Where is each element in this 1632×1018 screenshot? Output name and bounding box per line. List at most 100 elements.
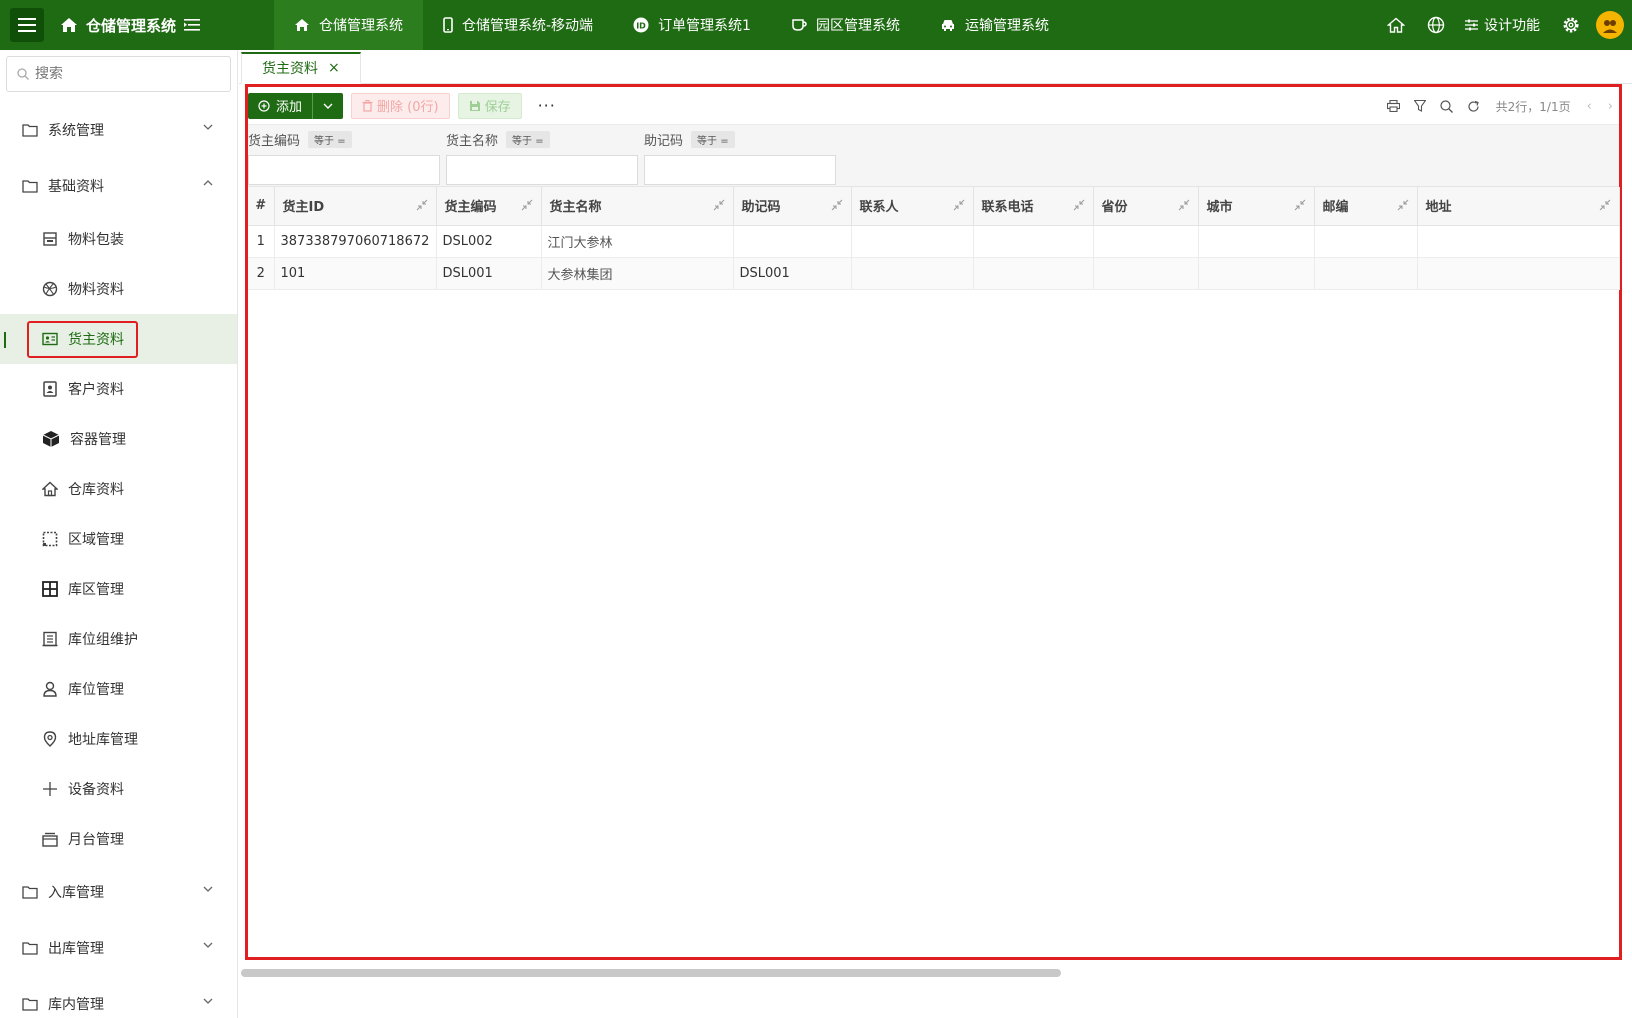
column-header[interactable]: 邮编 (1314, 187, 1418, 226)
column-header[interactable]: 联系人 (851, 187, 974, 226)
chevron-down-icon (203, 998, 213, 1004)
tab-owner-data[interactable]: 货主资料 × (241, 52, 361, 84)
table-cell[interactable]: 江门大参林 (541, 225, 734, 258)
sidebar-search[interactable] (6, 56, 231, 92)
add-dropdown-button[interactable] (313, 93, 343, 119)
globe-icon[interactable] (1427, 16, 1445, 34)
table-cell[interactable] (733, 225, 852, 258)
table-cell[interactable]: DSL001 (733, 257, 852, 290)
sidebar-item-material-data[interactable]: 物料资料 (0, 264, 237, 314)
table-cell[interactable]: DSL002 (436, 225, 542, 258)
table-cell[interactable] (973, 225, 1094, 258)
table-cell[interactable]: 101 (274, 257, 437, 290)
topnav-label: 仓储管理系统-移动端 (462, 18, 594, 34)
collapse-column-icon[interactable] (1073, 199, 1085, 211)
add-button[interactable]: 添加 (248, 92, 314, 119)
table-cell[interactable] (1314, 225, 1418, 258)
sidebar-item-equipment[interactable]: 设备资料 (0, 764, 237, 814)
home-icon[interactable] (1387, 17, 1405, 33)
sidebar-group-system[interactable]: 系统管理 (0, 102, 237, 158)
collapse-column-icon[interactable] (831, 199, 843, 211)
table-cell[interactable] (1093, 257, 1199, 290)
design-function-button[interactable]: 设计功能 (1465, 15, 1540, 35)
table-cell[interactable] (1093, 225, 1199, 258)
table-cell[interactable] (1417, 225, 1620, 258)
sidebar-item-location-group[interactable]: 库位组维护 (0, 614, 237, 664)
table-cell[interactable]: 大参林集团 (541, 257, 734, 290)
sidebar-item-owner-data[interactable]: 货主资料 (0, 314, 237, 364)
sidebar-item-area[interactable]: 区域管理 (0, 514, 237, 564)
filter-operator[interactable]: 等于 = (308, 130, 352, 148)
sidebar-item-zone[interactable]: 库区管理 (0, 564, 237, 614)
sidebar-item-material-package[interactable]: 物料包装 (0, 214, 237, 264)
column-header[interactable]: 助记码 (733, 187, 852, 226)
filter-operator[interactable]: 等于 = (506, 130, 550, 148)
table-cell[interactable] (1198, 225, 1315, 258)
column-header[interactable]: 省份 (1093, 187, 1199, 226)
collapse-column-icon[interactable] (1599, 199, 1611, 211)
table-cell[interactable]: 387338797060718672 (274, 225, 437, 258)
menu-toggle-button[interactable] (10, 8, 44, 42)
table-row[interactable]: 1 387338797060718672 DSL002 江门大参林 (248, 225, 1620, 258)
collapse-menu-icon[interactable] (184, 19, 201, 31)
collapse-column-icon[interactable] (953, 199, 965, 211)
table-cell[interactable] (973, 257, 1094, 290)
topnav-item-warehouse[interactable]: 仓储管理系统 (274, 0, 423, 50)
sidebar-group-internal[interactable]: 库内管理 (0, 976, 237, 1018)
sidebar-search-input[interactable] (35, 66, 215, 82)
sidebar-item-customer-data[interactable]: 客户资料 (0, 364, 237, 414)
tab-close-icon[interactable]: × (328, 60, 340, 76)
table-cell[interactable] (851, 225, 974, 258)
column-header[interactable]: 货主名称 (541, 187, 734, 226)
table-cell[interactable] (1314, 257, 1418, 290)
filter-operator[interactable]: 等于 = (691, 130, 735, 148)
sidebar-group-inbound[interactable]: 入库管理 (0, 864, 237, 920)
more-button[interactable]: ··· (538, 96, 556, 115)
filter-mnemonic-input[interactable] (644, 155, 836, 185)
horizontal-scrollbar[interactable] (239, 967, 1632, 977)
sidebar-group-basic[interactable]: 基础资料 (0, 158, 237, 214)
print-icon[interactable] (1386, 100, 1400, 112)
delete-button[interactable]: 删除 (0行) (351, 92, 450, 119)
table-cell[interactable] (851, 257, 974, 290)
column-header[interactable]: 货主编码 (436, 187, 542, 226)
filter-owner-code-input[interactable] (248, 155, 440, 185)
collapse-column-icon[interactable] (1178, 199, 1190, 211)
table-cell[interactable]: DSL001 (436, 257, 542, 290)
filter-icon[interactable] (1413, 100, 1426, 112)
user-avatar[interactable] (1596, 11, 1624, 39)
sidebar-item-warehouse[interactable]: 仓库资料 (0, 464, 237, 514)
topnav-item-warehouse-mobile[interactable]: 仓储管理系统-移动端 (423, 0, 613, 50)
column-header[interactable]: 城市 (1198, 187, 1315, 226)
collapse-column-icon[interactable] (1294, 199, 1306, 211)
column-header[interactable]: 联系电话 (973, 187, 1094, 226)
sidebar-item-platform[interactable]: 月台管理 (0, 814, 237, 864)
sidebar-item-location[interactable]: 库位管理 (0, 664, 237, 714)
home-icon (42, 481, 58, 497)
topnav-item-park[interactable]: 园区管理系统 (771, 0, 920, 50)
table-row[interactable]: 2 101 DSL001 大参林集团 DSL001 (248, 257, 1620, 290)
sidebar-group-outbound[interactable]: 出库管理 (0, 920, 237, 976)
table-cell[interactable] (1417, 257, 1620, 290)
grid-toolbar: 添加 删除 (0行) 保存 ··· 共2行，1/1页 ‹ › (248, 87, 1619, 125)
gear-icon[interactable] (1562, 16, 1580, 34)
sidebar-item-address-library[interactable]: 地址库管理 (0, 714, 237, 764)
search-icon[interactable] (1440, 99, 1453, 113)
table-cell[interactable] (1198, 257, 1315, 290)
collapse-column-icon[interactable] (416, 199, 428, 211)
collapse-column-icon[interactable] (521, 199, 533, 211)
scrollbar-thumb[interactable] (241, 969, 1061, 977)
topnav-item-order[interactable]: ID 订单管理系统1 (613, 0, 771, 50)
column-header[interactable]: 地址 (1417, 187, 1620, 226)
refresh-icon[interactable] (1467, 100, 1480, 113)
topnav-item-transport[interactable]: 运输管理系统 (920, 0, 1069, 50)
column-header-label: 省份 (1101, 200, 1128, 216)
collapse-column-icon[interactable] (1397, 199, 1409, 211)
save-button[interactable]: 保存 (457, 92, 522, 119)
sidebar-item-container[interactable]: 容器管理 (0, 414, 237, 464)
filter-owner-name-input[interactable] (446, 155, 638, 185)
column-header[interactable]: 货主ID (274, 187, 437, 226)
prev-page-icon[interactable]: ‹ (1587, 99, 1592, 114)
next-page-icon[interactable]: › (1608, 99, 1613, 114)
collapse-column-icon[interactable] (713, 199, 725, 211)
